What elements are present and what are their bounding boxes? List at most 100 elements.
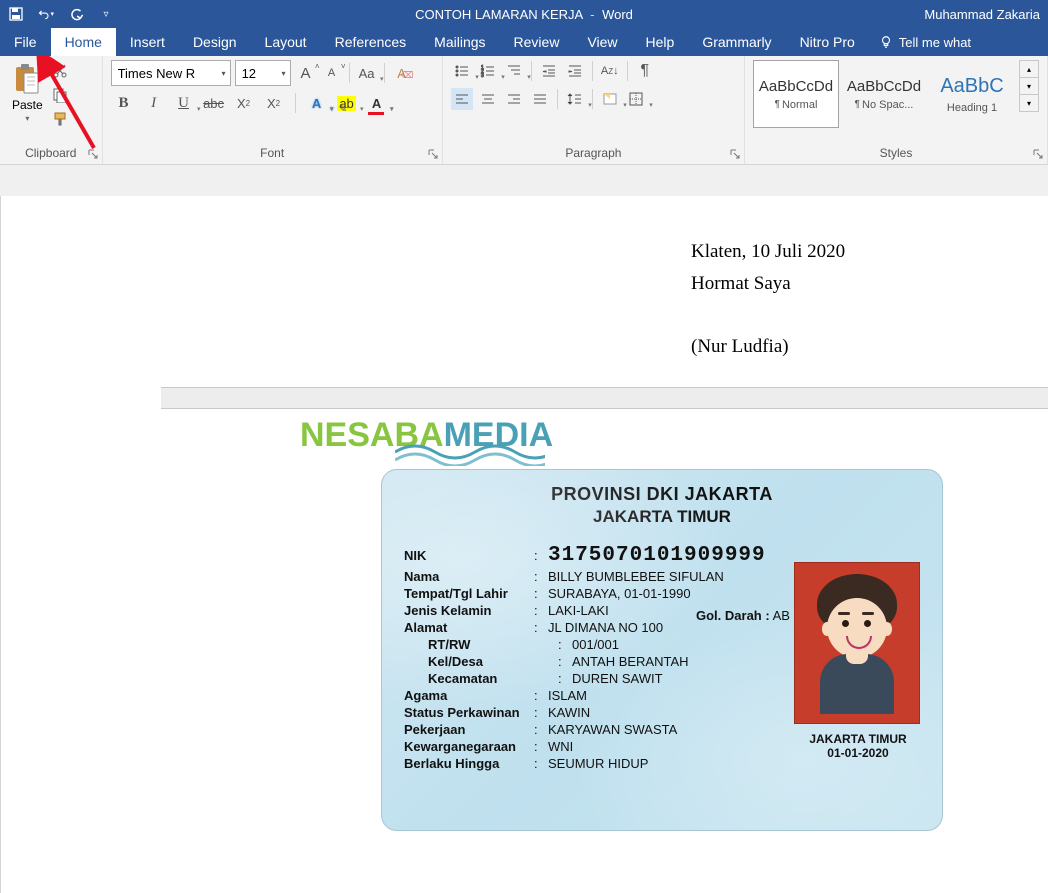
ktp-gol-darah: Gol. Darah : AB (696, 608, 790, 623)
redo-icon[interactable] (68, 6, 84, 22)
tab-help[interactable]: Help (632, 28, 689, 56)
user-name[interactable]: Muhammad Zakaria (924, 7, 1040, 22)
multilevel-list-button[interactable]: ▾ (503, 60, 525, 82)
svg-text:3: 3 (481, 73, 484, 79)
group-label-paragraph: Paragraph (451, 142, 736, 164)
subscript-button[interactable]: X2 (233, 92, 255, 114)
styles-scroll-up-icon[interactable]: ▴ (1020, 61, 1038, 78)
save-icon[interactable] (8, 6, 24, 22)
sort-button[interactable]: AZ↓ (599, 60, 621, 82)
style-no-spacing[interactable]: AaBbCcDd ¶No Spac... (841, 60, 927, 128)
ktp-sign-place: JAKARTA TIMUR (794, 732, 922, 746)
document-title: CONTOH LAMARAN KERJA - Word (415, 7, 633, 22)
text-effects-button[interactable]: A▾ (306, 92, 328, 114)
page-2[interactable]: PROVINSI DKI JAKARTA JAKARTA TIMUR NIK:3… (161, 409, 1048, 871)
justify-button[interactable] (529, 88, 551, 110)
italic-button[interactable]: I (143, 92, 165, 114)
line-spacing-button[interactable]: ▾ (564, 88, 586, 110)
font-name-input[interactable] (116, 65, 204, 82)
highlight-button[interactable]: ab✎▾ (336, 92, 358, 114)
align-left-button[interactable] (451, 88, 473, 110)
superscript-button[interactable]: X2 (263, 92, 285, 114)
ktp-card[interactable]: PROVINSI DKI JAKARTA JAKARTA TIMUR NIK:3… (381, 469, 943, 831)
style-label: Normal (782, 99, 817, 111)
strikethrough-button[interactable]: abc (203, 92, 225, 114)
ktp-warga-label: Kewarganegaraan (404, 739, 534, 754)
pages: Klaten, 10 Juli 2020 Hormat Saya (Nur Lu… (161, 196, 1048, 893)
tab-view[interactable]: View (573, 28, 631, 56)
align-right-button[interactable] (503, 88, 525, 110)
borders-button[interactable]: ▾ (625, 88, 647, 110)
ktp-sign-date: 01-01-2020 (794, 746, 922, 760)
tab-nitro-pro[interactable]: Nitro Pro (786, 28, 869, 56)
paste-button[interactable]: Paste ▾ (8, 60, 47, 125)
letter-date-place: Klaten, 10 Juli 2020 (691, 236, 988, 268)
group-clipboard: Paste ▾ Clipboard (0, 56, 103, 164)
ktp-jk: LAKI-LAKI (548, 603, 609, 618)
increase-indent-button[interactable] (564, 60, 586, 82)
ktp-kecamatan: DUREN SAWIT (572, 671, 663, 686)
ktp-status-label: Status Perkawinan (404, 705, 534, 720)
font-launcher[interactable] (426, 147, 440, 161)
styles-scroll-down-icon[interactable]: ▾ (1020, 78, 1038, 95)
ribbon: Paste ▾ Clipboard ▾ ▾ (0, 56, 1048, 165)
tab-file[interactable]: File (0, 28, 51, 56)
styles-launcher[interactable] (1031, 147, 1045, 161)
ktp-keldesa-label: Kel/Desa (404, 654, 558, 669)
font-size-input[interactable] (240, 65, 270, 82)
underline-button[interactable]: U▾ (173, 92, 195, 114)
chevron-down-icon: ▾ (25, 114, 29, 123)
ktp-keldesa: ANTAH BERANTAH (572, 654, 689, 669)
numbering-button[interactable]: 123▾ (477, 60, 499, 82)
styles-expand-icon[interactable]: ▾ (1020, 95, 1038, 111)
font-color-button[interactable]: A▾ (366, 92, 388, 114)
tab-references[interactable]: References (321, 28, 421, 56)
shrink-font-button[interactable]: A˅ (321, 62, 343, 84)
style-normal[interactable]: AaBbCcDd ¶Normal (753, 60, 839, 128)
ktp-agama: ISLAM (548, 688, 587, 703)
copy-icon[interactable] (51, 86, 69, 104)
ktp-warga: WNI (548, 739, 573, 754)
ktp-nama-label: Nama (404, 569, 534, 584)
ribbon-tabs: File Home Insert Design Layout Reference… (0, 28, 1048, 56)
shading-button[interactable]: ▾ (599, 88, 621, 110)
tab-mailings[interactable]: Mailings (420, 28, 499, 56)
decrease-indent-button[interactable] (538, 60, 560, 82)
tab-design[interactable]: Design (179, 28, 251, 56)
ktp-nik-label: NIK (404, 548, 534, 567)
bold-button[interactable]: B (113, 92, 135, 114)
page-break (161, 387, 1048, 409)
undo-icon[interactable]: ▾ (38, 6, 54, 22)
ktp-berlaku-label: Berlaku Hingga (404, 756, 534, 771)
tab-review[interactable]: Review (500, 28, 574, 56)
customize-qat-icon[interactable]: ▿ (98, 6, 114, 22)
ktp-province: PROVINSI DKI JAKARTA (382, 484, 942, 505)
clear-formatting-button[interactable]: A⌫ (391, 62, 413, 84)
ktp-pekerjaan-label: Pekerjaan (404, 722, 534, 737)
chevron-down-icon: ▾ (222, 69, 226, 78)
grow-font-button[interactable]: A˄ (295, 62, 317, 84)
quick-access-toolbar: ▾ ▿ (8, 6, 114, 22)
tell-me-search[interactable]: Tell me what (869, 28, 981, 56)
style-label: No Spac... (862, 99, 913, 111)
page-1[interactable]: Klaten, 10 Juli 2020 Hormat Saya (Nur Lu… (161, 196, 1048, 387)
paragraph-launcher[interactable] (728, 147, 742, 161)
clipboard-launcher[interactable] (86, 147, 100, 161)
tab-home[interactable]: Home (51, 28, 116, 56)
change-case-button[interactable]: Aa▾ (356, 62, 378, 84)
align-center-button[interactable] (477, 88, 499, 110)
font-name-combo[interactable]: ▾ (111, 60, 231, 86)
tab-insert[interactable]: Insert (116, 28, 179, 56)
bullets-button[interactable]: ▾ (451, 60, 473, 82)
tab-grammarly[interactable]: Grammarly (688, 28, 785, 56)
document-area[interactable]: Klaten, 10 Juli 2020 Hormat Saya (Nur Lu… (0, 196, 1048, 893)
format-painter-icon[interactable] (51, 110, 69, 128)
style-heading-1[interactable]: AaBbC Heading 1 (929, 60, 1015, 128)
font-size-combo[interactable]: ▾ (235, 60, 291, 86)
styles-gallery-scroll[interactable]: ▴ ▾ ▾ (1019, 60, 1039, 112)
cut-icon[interactable] (51, 62, 69, 80)
left-margin (0, 196, 161, 893)
tab-layout[interactable]: Layout (251, 28, 321, 56)
show-marks-button[interactable]: ¶ (634, 60, 656, 82)
ktp-rtrw: 001/001 (572, 637, 619, 652)
